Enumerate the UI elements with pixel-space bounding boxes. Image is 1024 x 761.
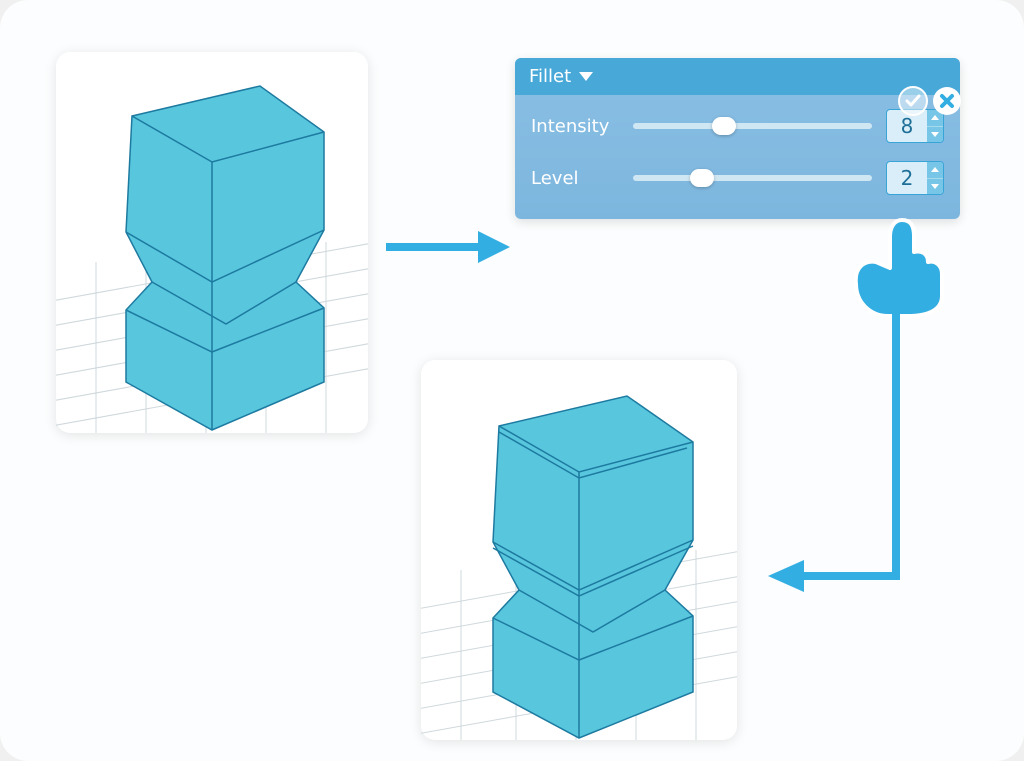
panel-title: Fillet (529, 66, 571, 87)
wireframe-model-icon (56, 52, 368, 433)
level-step-up[interactable] (927, 162, 943, 179)
model-preview-before (56, 52, 368, 433)
intensity-slider[interactable] (633, 116, 872, 136)
dropdown-icon (579, 72, 593, 81)
close-icon[interactable] (932, 86, 962, 116)
level-label: Level (531, 168, 619, 189)
level-number-input[interactable]: 2 (886, 161, 944, 195)
param-row-intensity: Intensity 8 (531, 109, 944, 143)
flow-arrow-down-left-icon (756, 314, 926, 604)
param-row-level: Level 2 (531, 161, 944, 195)
model-preview-after (421, 360, 737, 740)
level-slider[interactable] (633, 168, 872, 188)
confirm-icon[interactable] (898, 86, 928, 116)
intensity-step-down[interactable] (927, 127, 943, 143)
level-step-down[interactable] (927, 179, 943, 195)
level-value: 2 (887, 162, 927, 194)
diagram-canvas: Fillet Intensity 8 Level (0, 0, 1024, 761)
pointer-hand-icon (842, 210, 952, 320)
intensity-label: Intensity (531, 116, 619, 137)
fillet-tool-panel: Fillet Intensity 8 Level (515, 58, 960, 219)
wireframe-model-icon (421, 360, 737, 740)
panel-header[interactable]: Fillet (515, 58, 960, 95)
flow-arrow-right-icon (382, 223, 512, 271)
